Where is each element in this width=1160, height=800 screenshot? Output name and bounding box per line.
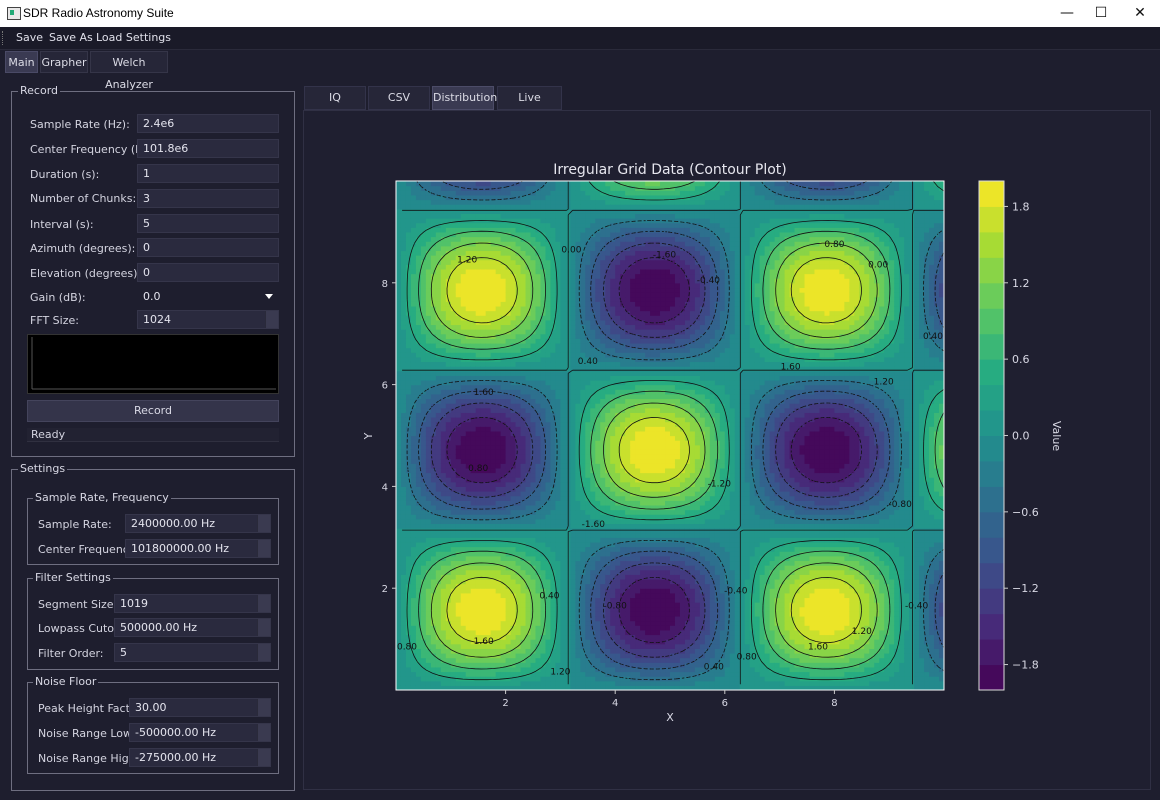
fft-size-combobox[interactable]: 1024 — [137, 310, 279, 329]
window-title: SDR Radio Astronomy Suite — [23, 6, 174, 20]
settings-center-frequency-stepper[interactable] — [257, 540, 270, 557]
lowpass-cutoff-label: Lowpass Cutoff: — [38, 622, 126, 635]
fft-size-label: FFT Size: — [30, 314, 79, 327]
record-group-title: Record — [18, 84, 61, 97]
filter-order-stepper[interactable] — [257, 644, 270, 661]
lowpass-cutoff-spinbox[interactable]: 500000.00 Hz — [114, 618, 271, 637]
settings-center-frequency-label: Center Frequency: — [38, 543, 139, 556]
duration-label: Duration (s): — [30, 168, 100, 181]
noise-range-low-value: -500000.00 Hz — [135, 726, 216, 739]
peak-height-factor-spinbox[interactable]: 30.00 — [129, 698, 271, 717]
center-frequency-input[interactable]: 101.8e6 — [137, 139, 279, 158]
noise-range-low-label: Noise Range Low: — [38, 727, 136, 740]
filter-order-value: 5 — [120, 646, 127, 659]
number-of-chunks-label: Number of Chunks: — [30, 192, 137, 205]
noise-range-high-spinbox[interactable]: -275000.00 Hz — [129, 748, 271, 767]
segment-size-spinbox[interactable]: 1019 — [114, 594, 271, 613]
settings-sample-rate-label: Sample Rate: — [38, 518, 112, 531]
noise-range-low-spinbox[interactable]: -500000.00 Hz — [129, 723, 271, 742]
number-of-chunks-input[interactable]: 3 — [137, 189, 279, 208]
gain-value: 0.0 — [143, 290, 161, 303]
filter-order-spinbox[interactable]: 5 — [114, 643, 271, 662]
tab-iq-analyzer[interactable]: IQ Analyzer — [304, 86, 366, 126]
interval-input[interactable]: 5 — [137, 214, 279, 233]
settings-center-frequency-spinbox[interactable]: 101800000.00 Hz — [125, 539, 271, 558]
segment-size-value: 1019 — [120, 597, 148, 610]
fft-size-value: 1024 — [143, 313, 171, 326]
sample-rate-label: Sample Rate (Hz): — [30, 118, 130, 131]
settings-sample-rate-spinbox[interactable]: 2400000.00 Hz — [125, 514, 271, 533]
close-button[interactable]: ✕ — [1117, 0, 1160, 27]
lowpass-cutoff-stepper[interactable] — [257, 619, 270, 636]
menu-load-settings[interactable]: Load Settings — [96, 31, 171, 44]
record-button[interactable]: Record — [27, 400, 279, 422]
title-bar: SDR Radio Astronomy Suite — ☐ ✕ — [0, 0, 1160, 27]
spectrum-preview — [27, 334, 279, 394]
distribution-panel — [303, 110, 1151, 790]
elevation-label: Elevation (degrees): — [30, 267, 142, 280]
noise-range-low-stepper[interactable] — [257, 724, 270, 741]
spectrum-preview-axes — [31, 337, 276, 390]
noise-floor-title: Noise Floor — [33, 675, 99, 688]
record-status: Ready — [27, 428, 279, 442]
lowpass-cutoff-value: 500000.00 Hz — [120, 621, 198, 634]
duration-input[interactable]: 1 — [137, 164, 279, 183]
segment-size-label: Segment Size: — [38, 598, 118, 611]
tab-grapher[interactable]: Grapher — [40, 51, 88, 73]
noise-range-high-value: -275000.00 Hz — [135, 751, 216, 764]
peak-height-factor-stepper[interactable] — [257, 699, 270, 716]
settings-sample-rate-value: 2400000.00 Hz — [131, 517, 216, 530]
sample-rate-input[interactable]: 2.4e6 — [137, 114, 279, 133]
settings-center-frequency-value: 101800000.00 Hz — [131, 542, 230, 555]
noise-range-high-stepper[interactable] — [257, 749, 270, 766]
tab-live-preview[interactable]: Live Preview — [497, 86, 562, 126]
filter-settings-title: Filter Settings — [33, 571, 113, 584]
interval-label: Interval (s): — [30, 218, 94, 231]
tab-distribution[interactable]: Distribution — [432, 86, 497, 110]
settings-group-title: Settings — [18, 462, 68, 475]
azimuth-input[interactable]: 0 — [137, 238, 279, 257]
elevation-input[interactable]: 0 — [137, 263, 279, 282]
noise-range-high-label: Noise Range High: — [38, 752, 140, 765]
peak-height-factor-value: 30.00 — [135, 701, 167, 714]
tab-main[interactable]: Main — [5, 51, 38, 73]
azimuth-label: Azimuth (degrees): — [30, 242, 136, 255]
chevron-down-icon — [265, 294, 273, 299]
settings-sample-rate-stepper[interactable] — [257, 515, 270, 532]
app-icon — [7, 7, 21, 20]
menu-bar: Save Save As Load Settings — [0, 27, 1160, 50]
sample-rate-frequency-title: Sample Rate, Frequency — [33, 491, 171, 504]
menu-save[interactable]: Save — [16, 31, 43, 44]
gain-combobox[interactable]: 0.0 — [137, 287, 279, 306]
gain-label: Gain (dB): — [30, 291, 86, 304]
tab-welch-analyzer[interactable]: Welch Analyzer — [90, 51, 168, 91]
menu-save-as[interactable]: Save As — [49, 31, 93, 44]
filter-order-label: Filter Order: — [38, 647, 104, 660]
tab-csv-viewer[interactable]: CSV Viewer — [368, 86, 430, 126]
segment-size-stepper[interactable] — [257, 595, 270, 612]
toolbar-grip — [2, 31, 5, 45]
fft-size-dropdown-handle[interactable] — [265, 311, 278, 328]
